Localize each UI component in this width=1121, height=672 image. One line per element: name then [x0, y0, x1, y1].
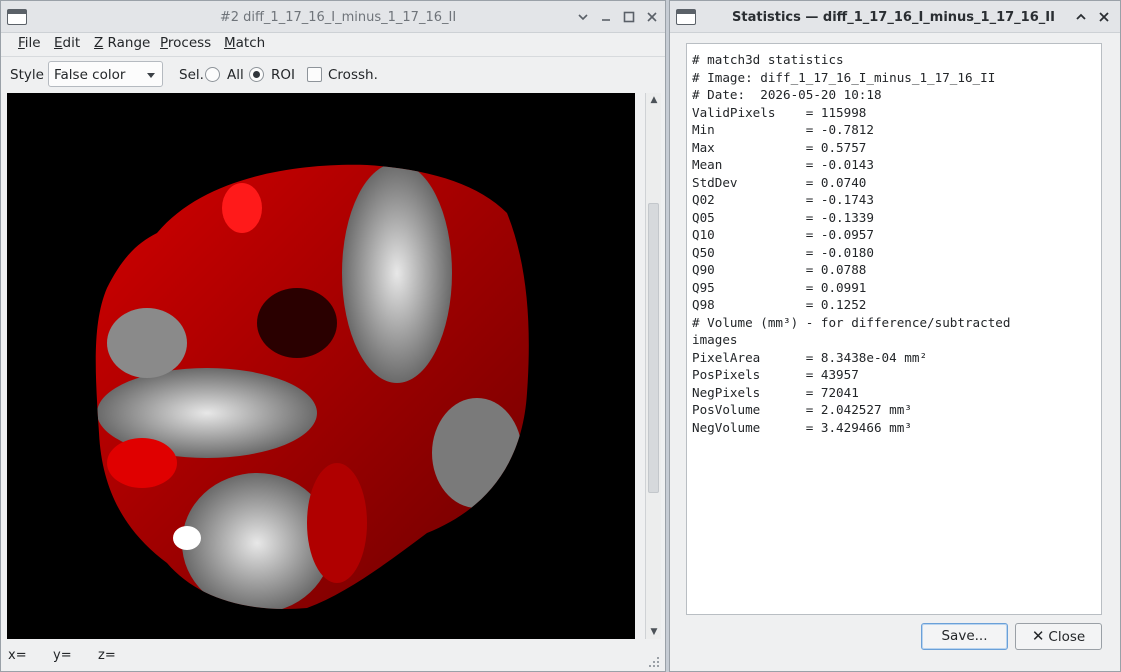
status-y: y= [53, 648, 72, 663]
menu-match[interactable]: Match [224, 35, 265, 51]
close-icon[interactable] [644, 9, 660, 25]
save-button[interactable]: Save... [921, 623, 1008, 650]
image-window-title: #2 diff_1_17_16_I_minus_1_17_16_II [219, 10, 457, 25]
style-select[interactable]: False color [48, 61, 163, 87]
image-viewport[interactable] [7, 93, 635, 639]
stats-line: # match3d statistics [692, 52, 844, 67]
scroll-up-icon[interactable]: ▲ [646, 94, 662, 106]
statistics-window-titlebar[interactable]: Statistics — diff_1_17_16_I_minus_1_17_1… [670, 1, 1120, 33]
image-window: #2 diff_1_17_16_I_minus_1_17_16_II File … [0, 0, 666, 672]
chevron-up-icon[interactable] [1073, 9, 1089, 25]
save-button-label: Save... [941, 628, 988, 644]
crosshair-checkbox[interactable] [307, 67, 322, 82]
menu-process-label: rocess [167, 35, 212, 51]
stats-line: Q02 = -0.1743 [692, 192, 874, 207]
window-icon [676, 9, 696, 25]
status-z: z= [98, 648, 116, 663]
stats-line: Q95 = 0.0991 [692, 279, 867, 295]
menubar: File Edit Z Range Process Match [1, 33, 665, 55]
statistics-text-area[interactable]: # match3d statistics # Image: diff_1_17_1… [686, 43, 1102, 615]
minimize-icon[interactable] [598, 9, 614, 25]
statistics-window: Statistics — diff_1_17_16_I_minus_1_17_1… [669, 0, 1121, 672]
close-icon: ✕ [1031, 627, 1045, 645]
menu-edit-mnemonic: E [54, 35, 63, 51]
menu-file[interactable]: File [18, 35, 41, 51]
menu-process[interactable]: Process [160, 35, 211, 51]
menu-edit-label: dit [62, 35, 81, 51]
menu-z-range[interactable]: Z Range [94, 35, 150, 51]
stats-line: # Image: diff_1_17_16_I_minus_1_17_16_II [692, 69, 996, 85]
radio-roi-label[interactable]: ROI [271, 67, 295, 83]
close-button-label: Close [1048, 629, 1086, 645]
stats-line: # Volume (mm³) - for difference/subtract… [692, 314, 1011, 330]
stats-line: StdDev = 0.0740 [692, 174, 867, 190]
menu-z-range-mnemonic: Z [94, 35, 104, 51]
radio-roi[interactable] [249, 67, 264, 82]
menu-edit[interactable]: Edit [54, 35, 80, 51]
resize-grip-icon[interactable] [649, 657, 659, 667]
stats-line: # Date: 2026-05-20 10:18 [692, 87, 882, 102]
stats-line: Max = 0.5757 [692, 139, 867, 155]
scroll-down-icon[interactable]: ▼ [646, 626, 662, 638]
stats-line: Mean = -0.0143 [692, 157, 874, 172]
stats-line: Q50 = -0.0180 [692, 244, 874, 260]
menu-match-label: atch [235, 35, 266, 51]
stats-line: PosPixels = 43957 [692, 367, 859, 382]
menu-z-range-label: Range [103, 35, 151, 51]
stats-line: PixelArea = 8.3438e-04 mm² [692, 349, 928, 365]
stats-line: NegPixels = 72041 [692, 384, 859, 400]
style-select-value: False color [54, 67, 126, 83]
stats-line: PosVolume = 2.042527 mm³ [692, 402, 912, 417]
statistics-window-title: Statistics — diff_1_17_16_I_minus_1_17_1… [732, 10, 1055, 25]
dropdown-arrow-icon [147, 73, 155, 78]
stats-line: images [692, 332, 738, 347]
view-toolbar: Style False color Sel. All ROI Crossh. [1, 56, 665, 92]
stats-line: NegVolume = 3.429466 mm³ [692, 419, 912, 435]
chevron-down-icon[interactable] [575, 9, 591, 25]
menu-process-mnemonic: P [160, 35, 168, 51]
sel-label: Sel. [179, 67, 204, 83]
close-button[interactable]: ✕ Close [1015, 623, 1102, 650]
stats-line: Q98 = 0.1252 [692, 297, 867, 312]
radio-all-label[interactable]: All [227, 67, 244, 83]
maximize-icon[interactable] [621, 9, 637, 25]
statistics-text: # match3d statistics # Image: diff_1_17_1… [692, 51, 1010, 436]
close-icon[interactable] [1096, 9, 1112, 25]
menu-file-mnemonic: F [18, 35, 25, 51]
stats-line: Q10 = -0.0957 [692, 227, 874, 242]
statusbar: x= y= z= [1, 643, 665, 671]
stats-line: Q90 = 0.0788 [692, 262, 867, 277]
stats-line: ValidPixels = 115998 [692, 104, 867, 120]
menu-match-mnemonic: M [224, 35, 236, 51]
stats-line: Q05 = -0.1339 [692, 209, 874, 225]
image-vertical-scrollbar[interactable]: ▲ ▼ [645, 93, 661, 639]
style-label: Style [10, 67, 44, 83]
crosshair-label[interactable]: Crossh. [328, 67, 378, 83]
status-x: x= [8, 648, 27, 663]
radio-all[interactable] [205, 67, 220, 82]
stats-line: Min = -0.7812 [692, 122, 874, 137]
scrollbar-thumb[interactable] [648, 203, 659, 493]
menu-file-label: ile [24, 35, 41, 51]
difference-image [7, 93, 635, 639]
image-window-titlebar[interactable]: #2 diff_1_17_16_I_minus_1_17_16_II [1, 1, 665, 33]
